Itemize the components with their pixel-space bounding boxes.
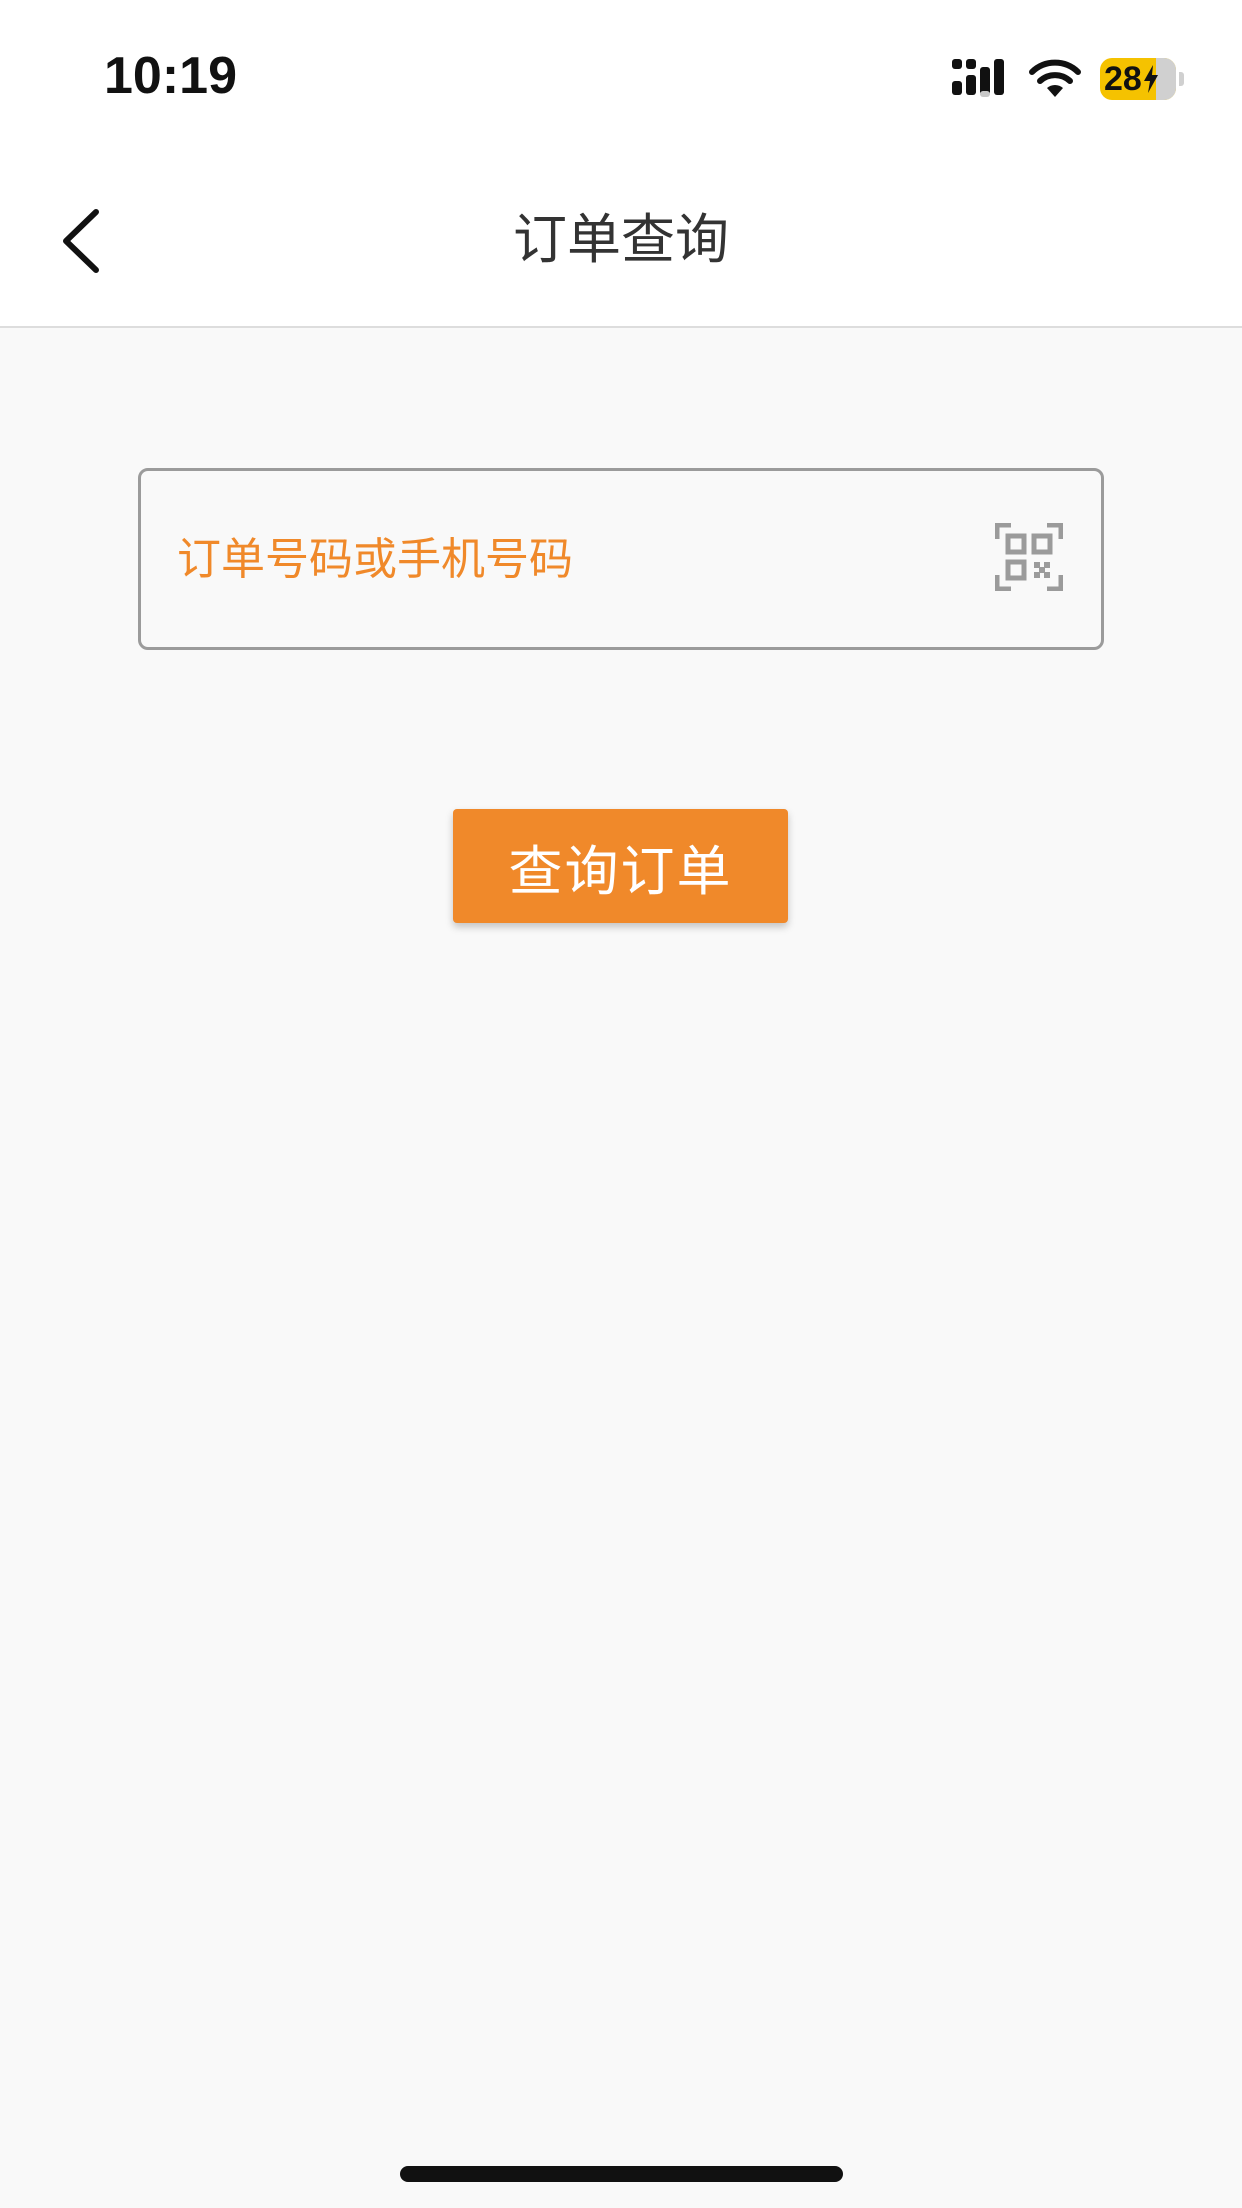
battery-icon: 28 — [1100, 58, 1176, 100]
status-icons: 28 — [952, 56, 1184, 102]
battery-level: 28 — [1104, 59, 1142, 98]
wifi-icon — [1029, 59, 1081, 97]
qr-code-scan-icon[interactable] — [995, 523, 1063, 591]
nav-bar: 订单查询 — [0, 160, 1242, 328]
query-order-button[interactable]: 查询订单 — [453, 809, 788, 923]
cellular-signal-icon — [952, 59, 1004, 97]
search-field[interactable] — [138, 468, 1104, 650]
order-search-input[interactable] — [177, 511, 957, 607]
status-bar: 10:19 28 — [0, 0, 1242, 160]
home-indicator — [400, 2166, 843, 2182]
battery-tip — [1179, 72, 1184, 86]
status-time: 10:19 — [104, 47, 237, 105]
page-title: 订单查询 — [513, 208, 729, 271]
charging-bolt-icon — [1143, 65, 1158, 93]
